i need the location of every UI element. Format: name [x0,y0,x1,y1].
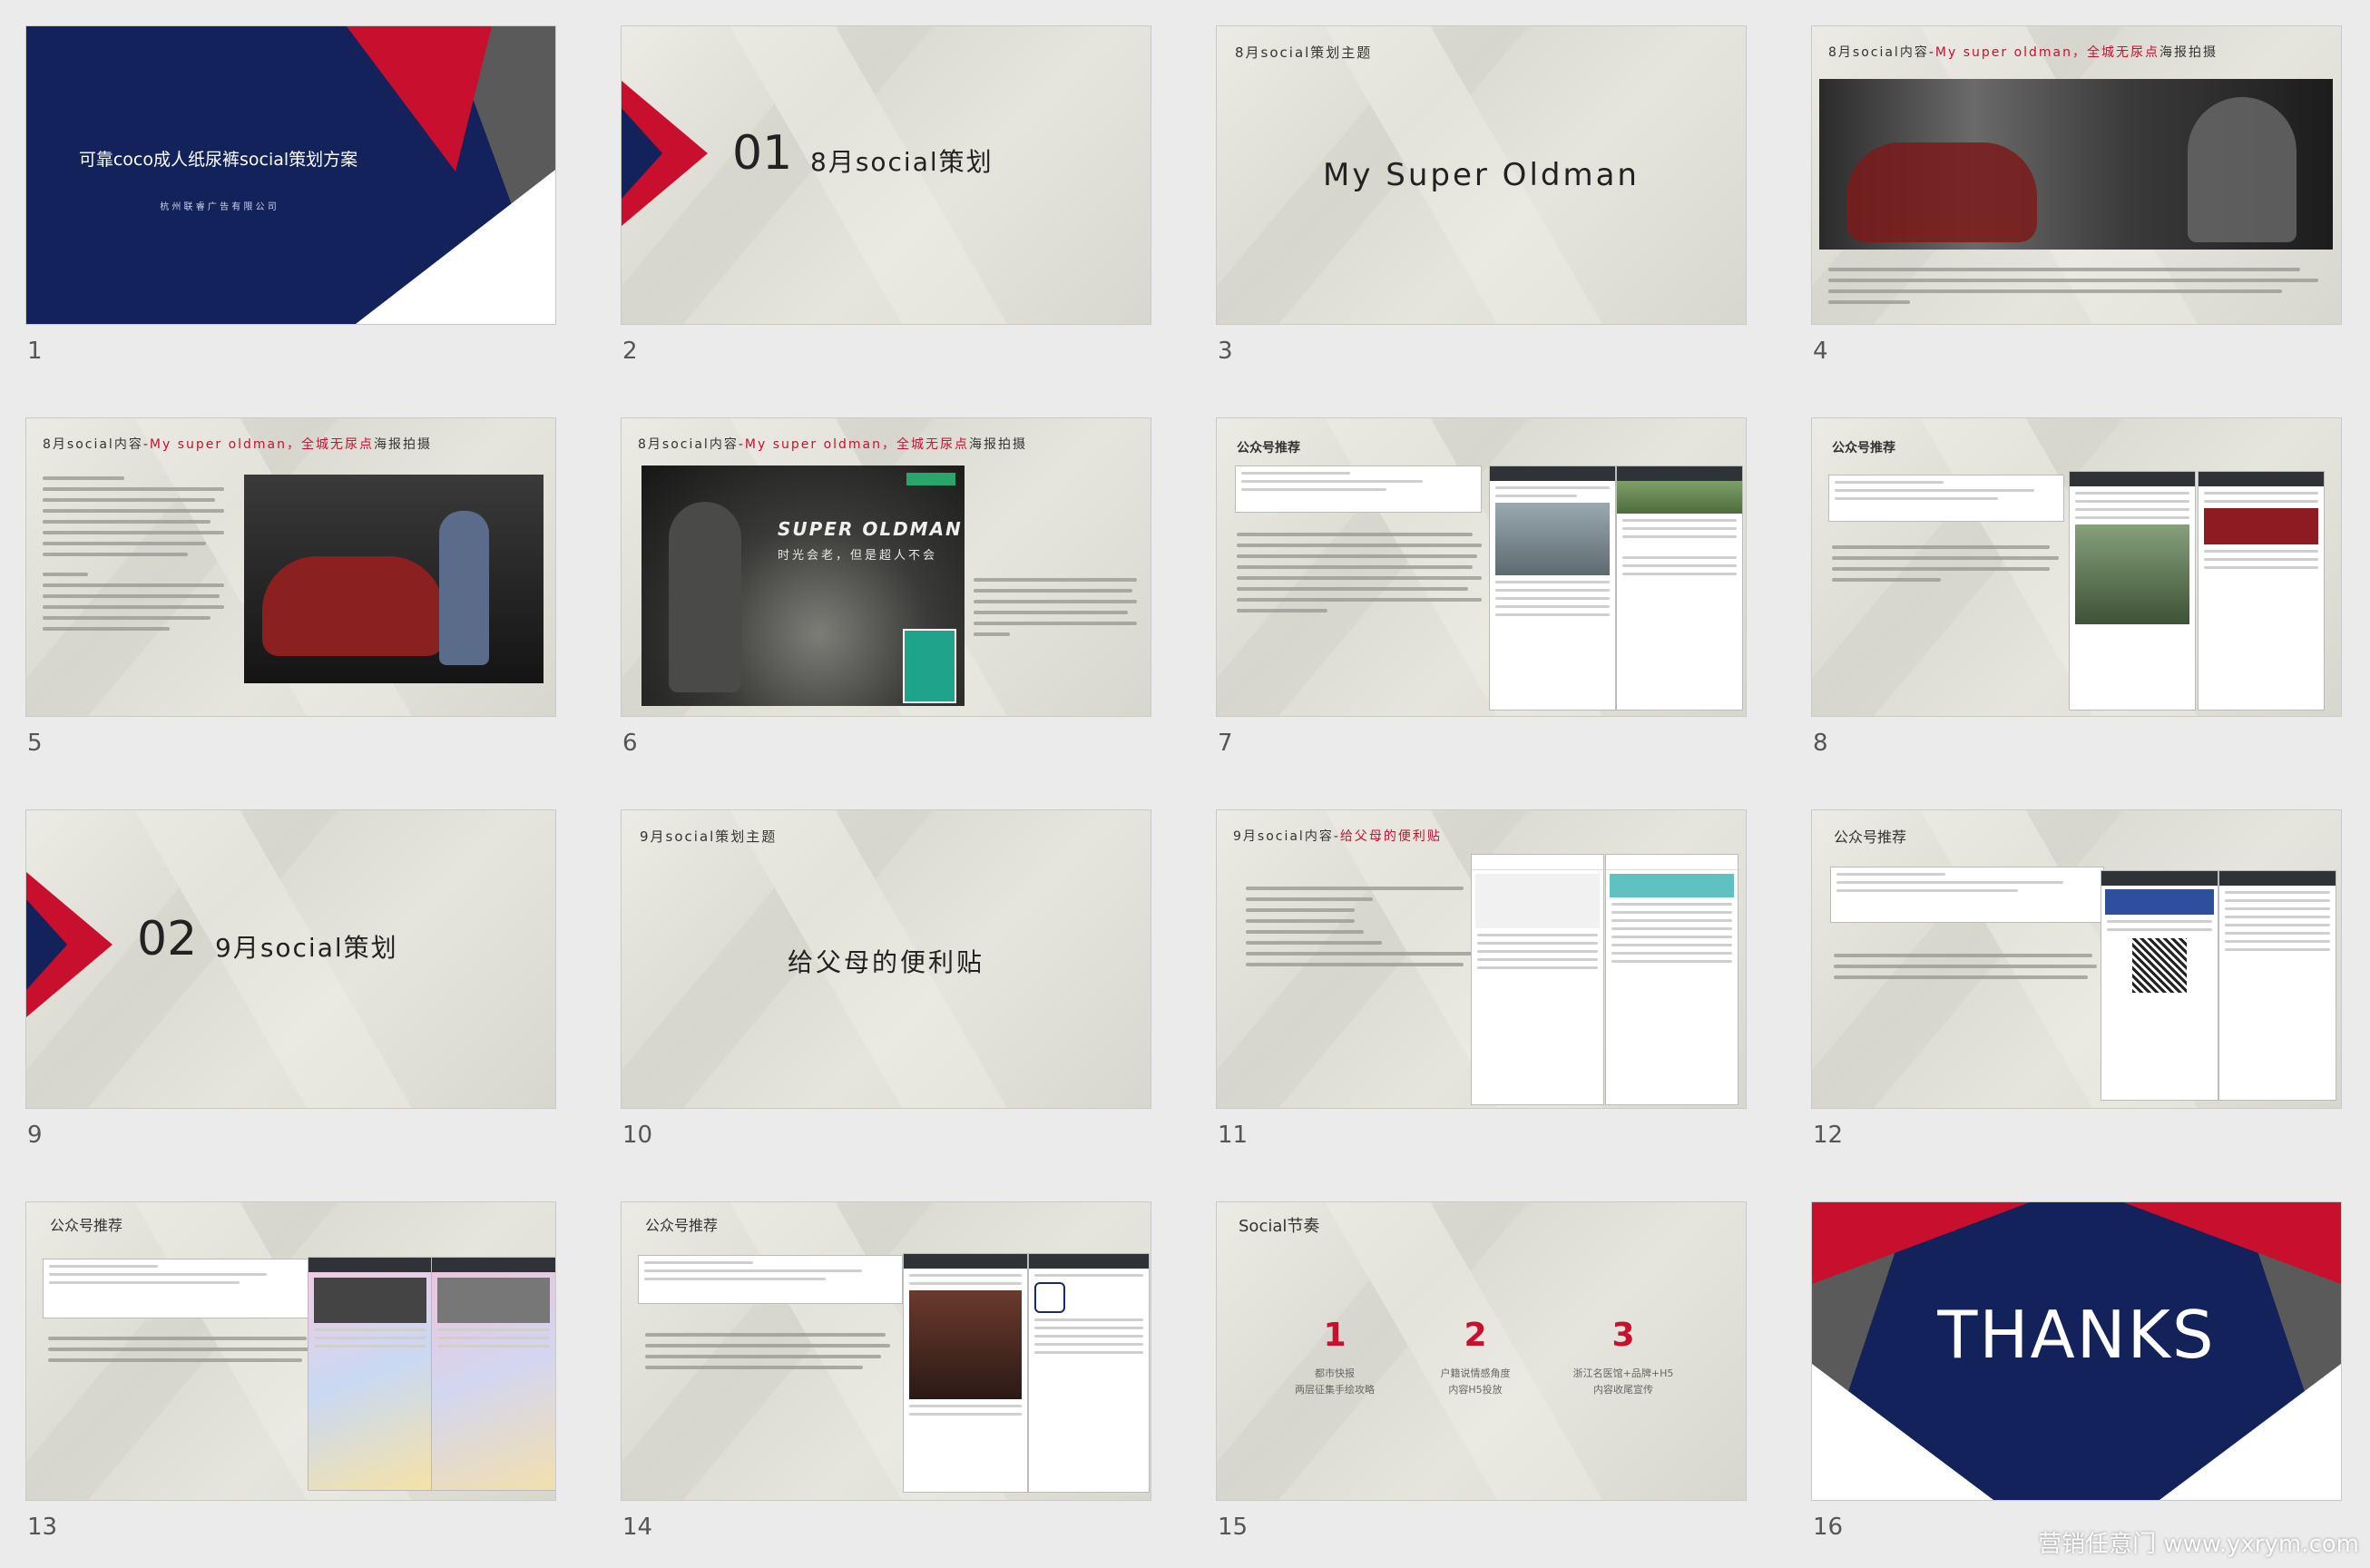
slide-number-11: 11 [1218,1122,1249,1149]
slide-thumbnail-8[interactable]: 公众号推荐 8 [1811,417,2342,757]
slide-5-photo [244,475,544,683]
slide-thumbnail-6[interactable]: 8月social内容-My super oldman，全城无尿点海报拍摄 SUP… [621,417,1151,757]
rhythm-item-1: 都市快报 两层征集手绘攻略 [1295,1367,1375,1396]
slide-16-main: THANKS [1937,1297,2216,1373]
watermark: 营销任意门 www.yxrym.com [2038,1531,2359,1558]
slide-thumbnail-4[interactable]: 8月social内容-My super oldman，全城无尿点海报拍摄 4 [1811,25,2342,365]
slide-8-canvas: 公众号推荐 [1811,417,2342,717]
slide-15-header: Social节奏 [1239,1217,1320,1236]
rhythm-number-3: 3 [1611,1317,1635,1354]
slide-thumbnail-11[interactable]: 9月social内容-给父母的便利贴 11 [1216,809,1747,1149]
slide-16-canvas: THANKS [1811,1201,2342,1501]
slide-number-8: 8 [1813,730,1828,757]
slide-thumbnail-1[interactable]: 可靠coco成人纸尿裤social策划方案 杭 州 联 睿 广 告 有 限 公 … [25,25,556,365]
slide-9-title: 9月social策划 [215,933,398,963]
slide-thumbnail-7[interactable]: 公众号推荐 7 [1216,417,1747,757]
slide-thumbnail-12[interactable]: 公众号推荐 12 [1811,809,2342,1149]
slide-number-15: 15 [1218,1514,1249,1541]
slide-thumbnail-10[interactable]: 9月social策划主题 给父母的便利贴 10 [621,809,1151,1149]
slide-3-canvas: 8月social策划主题 My Super Oldman [1216,25,1747,325]
slide-thumbnail-9[interactable]: 02 9月social策划 9 [25,809,556,1149]
slide-6-header: 8月social内容-My super oldman，全城无尿点海报拍摄 [638,437,1027,452]
slide-thumbnail-2[interactable]: 01 8月social策划 2 [621,25,1151,365]
slide-7-header: 公众号推荐 [1237,441,1300,456]
slide-1-subtitle: 杭 州 联 睿 广 告 有 限 公 司 [160,202,277,212]
slide-number-10: 10 [622,1122,653,1149]
slide-2-number: 01 [732,126,793,181]
slide-thumbnail-14[interactable]: 公众号推荐 14 [621,1201,1151,1541]
slide-3-header: 8月social策划主题 [1235,44,1373,61]
slide-7-canvas: 公众号推荐 [1216,417,1747,717]
slide-5-header: 8月social内容-My super oldman，全城无尿点海报拍摄 [43,437,432,452]
rhythm-item-3: 浙江名医馆+品牌+H5 内容收尾宣传 [1572,1367,1674,1396]
slide-3-main: My Super Oldman [1323,157,1640,193]
slide-number-4: 4 [1813,338,1828,365]
slide-13-canvas: 公众号推荐 [25,1201,556,1501]
slide-12-canvas: 公众号推荐 [1811,809,2342,1109]
slide-number-2: 2 [622,338,638,365]
slide-9-number: 02 [137,912,198,966]
slide-number-1: 1 [27,338,43,365]
slide-thumbnail-16[interactable]: THANKS 16 [1811,1201,2342,1541]
slide-thumbnail-15[interactable]: Social节奏 1 都市快报 两层征集手绘攻略 2 户籍说情感角度 内容H5投放 … [1216,1201,1747,1541]
slide-4-canvas: 8月social内容-My super oldman，全城无尿点海报拍摄 [1811,25,2342,325]
slide-4-photo [1819,79,2333,250]
slide-sorter-grid: 可靠coco成人纸尿裤social策划方案 杭 州 联 睿 广 告 有 限 公 … [25,25,2348,1550]
slide-2-title: 8月social策划 [810,147,994,177]
poster-subtitle: 时光会老，但是超人不会 [778,549,938,563]
slide-6-canvas: 8月social内容-My super oldman，全城无尿点海报拍摄 SUP… [621,417,1151,717]
slide-number-5: 5 [27,730,43,757]
slide-thumbnail-13[interactable]: 公众号推荐 13 [25,1201,556,1541]
slide-5-canvas: 8月social内容-My super oldman，全城无尿点海报拍摄 [25,417,556,717]
slide-2-canvas: 01 8月social策划 [621,25,1151,325]
slide-1-title: 可靠coco成人纸尿裤social策划方案 [78,150,358,170]
rhythm-item-2: 户籍说情感角度 内容H5投放 [1440,1367,1511,1396]
slide-number-3: 3 [1218,338,1233,365]
slide-number-9: 9 [27,1122,43,1149]
poster-title: SUPER OLDMAN [778,518,963,540]
rhythm-number-1: 1 [1323,1317,1347,1354]
slide-11-canvas: 9月social内容-给父母的便利贴 [1216,809,1747,1109]
slide-number-6: 6 [622,730,638,757]
slide-15-canvas: Social节奏 1 都市快报 两层征集手绘攻略 2 户籍说情感角度 内容H5投放 … [1216,1201,1747,1501]
slide-4-header: 8月social内容-My super oldman，全城无尿点海报拍摄 [1828,45,2218,60]
rhythm-number-2: 2 [1464,1317,1487,1354]
slide-10-header: 9月social策划主题 [640,828,778,845]
slide-6-poster: SUPER OLDMAN 时光会老，但是超人不会 [641,466,965,706]
slide-number-13: 13 [27,1514,58,1541]
slide-number-7: 7 [1218,730,1233,757]
slide-10-main: 给父母的便利贴 [787,947,984,977]
slide-8-header: 公众号推荐 [1832,441,1895,456]
slide-number-14: 14 [622,1514,653,1541]
slide-10-canvas: 9月social策划主题 给父母的便利贴 [621,809,1151,1109]
slide-1-canvas: 可靠coco成人纸尿裤social策划方案 杭 州 联 睿 广 告 有 限 公 … [25,25,556,325]
slide-12-header: 公众号推荐 [1834,828,1907,846]
slide-11-header: 9月social内容-给父母的便利贴 [1233,829,1442,844]
slide-thumbnail-3[interactable]: 8月social策划主题 My Super Oldman 3 [1216,25,1747,365]
slide-thumbnail-5[interactable]: 8月social内容-My super oldman，全城无尿点海报拍摄 5 [25,417,556,757]
slide-9-canvas: 02 9月social策划 [25,809,556,1109]
slide-14-header: 公众号推荐 [645,1217,719,1234]
slide-14-canvas: 公众号推荐 [621,1201,1151,1501]
slide-number-12: 12 [1813,1122,1844,1149]
slide-13-header: 公众号推荐 [50,1217,123,1234]
